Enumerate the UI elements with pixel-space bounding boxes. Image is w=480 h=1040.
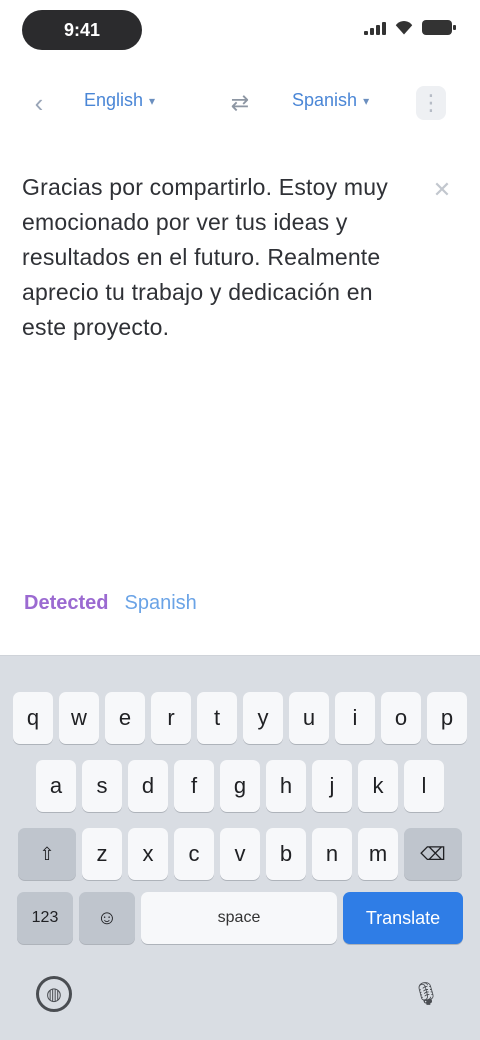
status-bar: 9:41 <box>0 0 480 62</box>
key-p[interactable]: p <box>427 692 467 744</box>
key-x[interactable]: x <box>128 828 168 880</box>
chevron-down-icon: ▾ <box>149 93 156 108</box>
key-l[interactable]: l <box>404 760 444 812</box>
more-icon[interactable]: ⋮ <box>416 86 446 120</box>
translate-return-key[interactable]: Translate <box>343 892 463 944</box>
key-o[interactable]: o <box>381 692 421 744</box>
shift-key[interactable]: ⇧ <box>18 828 76 880</box>
space-key[interactable]: space <box>141 892 337 944</box>
language-suggestion[interactable]: Detected Spanish <box>24 592 197 615</box>
key-d[interactable]: d <box>128 760 168 812</box>
key-w[interactable]: w <box>59 692 99 744</box>
key-u[interactable]: u <box>289 692 329 744</box>
key-k[interactable]: k <box>358 760 398 812</box>
key-y[interactable]: y <box>243 692 283 744</box>
globe-icon[interactable]: ◍ <box>36 976 72 1012</box>
suggestion-label: Detected <box>24 592 109 614</box>
keyboard-row-1: q w e r t y u i o p <box>0 692 480 744</box>
key-t[interactable]: t <box>197 692 237 744</box>
source-language-selector[interactable]: English ▾ <box>84 90 155 111</box>
key-e[interactable]: e <box>105 692 145 744</box>
keyboard-row-4: 123 ☺ space Translate <box>0 892 480 944</box>
key-m[interactable]: m <box>358 828 398 880</box>
key-z[interactable]: z <box>82 828 122 880</box>
target-language-selector[interactable]: Spanish ▾ <box>292 90 369 111</box>
signal-icon <box>364 21 386 35</box>
key-f[interactable]: f <box>174 760 214 812</box>
key-h[interactable]: h <box>266 760 306 812</box>
key-g[interactable]: g <box>220 760 260 812</box>
back-chevron-icon[interactable]: ‹ <box>24 88 54 118</box>
keyboard-row-3: ⇧ z x c v b n m ⌫ <box>0 828 480 880</box>
battery-icon <box>422 20 456 35</box>
translate-toolbar: ‹ English ▾ ⇄ Spanish ▾ ⋮ <box>0 78 480 128</box>
keyboard: q w e r t y u i o p a s d f g h j k l ⇧ … <box>0 655 480 1040</box>
key-r[interactable]: r <box>151 692 191 744</box>
key-v[interactable]: v <box>220 828 260 880</box>
target-language-label: Spanish <box>292 90 358 110</box>
swap-icon[interactable]: ⇄ <box>222 88 258 118</box>
key-n[interactable]: n <box>312 828 352 880</box>
key-b[interactable]: b <box>266 828 306 880</box>
keyboard-row-2: a s d f g h j k l <box>0 760 480 812</box>
numbers-key[interactable]: 123 <box>17 892 73 944</box>
status-icons <box>364 20 456 35</box>
key-i[interactable]: i <box>335 692 375 744</box>
keyboard-bottom-bar: ◍ 🎙 <box>0 966 480 1026</box>
status-time: 9:41 <box>22 10 142 50</box>
emoji-key[interactable]: ☺ <box>79 892 135 944</box>
key-s[interactable]: s <box>82 760 122 812</box>
key-a[interactable]: a <box>36 760 76 812</box>
clear-icon[interactable]: ✕ <box>428 176 456 204</box>
microphone-icon[interactable]: 🎙 <box>412 976 440 1012</box>
chevron-down-icon: ▾ <box>363 93 370 108</box>
wifi-icon <box>394 20 414 35</box>
input-text-area[interactable]: Gracias por compartirlo. Estoy muy emoci… <box>22 170 402 345</box>
key-q[interactable]: q <box>13 692 53 744</box>
source-language-label: English <box>84 90 144 110</box>
key-j[interactable]: j <box>312 760 352 812</box>
key-c[interactable]: c <box>174 828 214 880</box>
suggestion-value[interactable]: Spanish <box>124 592 196 615</box>
input-text[interactable]: Gracias por compartirlo. Estoy muy emoci… <box>22 170 402 345</box>
delete-key[interactable]: ⌫ <box>404 828 462 880</box>
